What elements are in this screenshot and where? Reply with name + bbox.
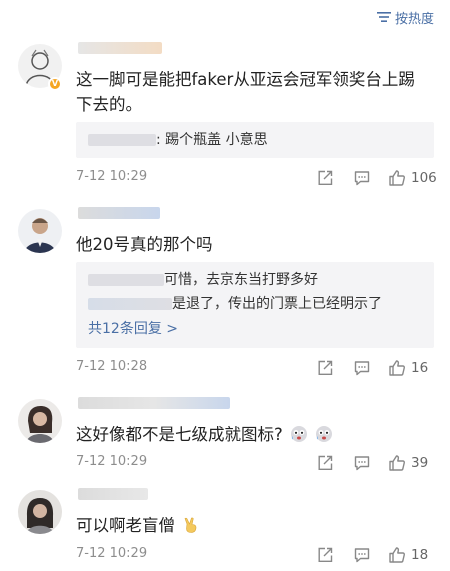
like-button[interactable]: 16 xyxy=(388,358,428,378)
comment-meta: 7-12 10:28 16 xyxy=(76,358,436,378)
timestamp: 7-12 10:29 xyxy=(76,169,148,184)
comment-button[interactable] xyxy=(353,453,371,473)
avatar[interactable] xyxy=(18,209,62,253)
share-icon xyxy=(318,360,333,375)
reply-text: : 踢个瓶盖 小意思 xyxy=(156,132,268,148)
like-icon xyxy=(389,455,405,471)
like-icon xyxy=(389,170,405,186)
more-replies-link[interactable]: 共12条回复 > xyxy=(88,316,422,342)
comment-button[interactable] xyxy=(353,168,371,188)
reply-username-blurred[interactable] xyxy=(88,134,156,146)
username-blurred[interactable] xyxy=(78,397,230,409)
sort-icon xyxy=(376,12,391,22)
reply-item: : 踢个瓶盖 小意思 xyxy=(88,128,422,152)
share-button[interactable] xyxy=(316,168,334,188)
share-icon xyxy=(318,170,333,185)
reply-username-blurred[interactable] xyxy=(88,298,172,310)
comment-meta: 7-12 10:29 39 xyxy=(76,453,436,473)
comment-icon xyxy=(354,548,370,563)
like-count: 39 xyxy=(411,455,429,471)
comment-text-content: 可以啊老盲僧 xyxy=(76,516,175,535)
reply-text: 可惜，去京东当打野多好 xyxy=(164,272,318,288)
like-button[interactable]: 18 xyxy=(388,545,428,565)
avatar[interactable] xyxy=(18,399,62,443)
username-blurred[interactable] xyxy=(78,488,148,500)
timestamp: 7-12 10:29 xyxy=(76,546,148,561)
like-count: 18 xyxy=(411,547,429,563)
username-blurred[interactable] xyxy=(78,207,160,219)
scared-face-emoji xyxy=(316,426,333,442)
like-count: 16 xyxy=(411,360,429,376)
reply-preview[interactable]: : 踢个瓶盖 小意思 xyxy=(76,122,434,158)
share-icon xyxy=(318,547,333,562)
sort-label: 按热度 xyxy=(394,11,434,27)
victory-hand-emoji xyxy=(184,517,197,533)
reply-item: 是退了，传出的门票上已经明示了 xyxy=(88,292,422,316)
username-blurred[interactable] xyxy=(78,42,162,54)
comment-text: 他20号真的那个吗 xyxy=(76,235,213,254)
verified-badge: V xyxy=(48,77,62,91)
reply-item: 可惜，去京东当打野多好 xyxy=(88,268,422,292)
comment-text: 可以啊老盲僧 xyxy=(76,513,431,538)
avatar[interactable] xyxy=(18,490,62,534)
timestamp: 7-12 10:28 xyxy=(76,359,148,374)
like-button[interactable]: 106 xyxy=(388,168,437,188)
comment-text-content: 这好像都不是七级成就图标? xyxy=(76,425,283,444)
comment-icon xyxy=(354,456,370,471)
reply-username-blurred[interactable] xyxy=(88,274,164,286)
share-icon xyxy=(318,455,333,470)
like-button[interactable]: 39 xyxy=(388,453,428,473)
comment-button[interactable] xyxy=(353,358,371,378)
share-button[interactable] xyxy=(316,545,334,565)
comment-icon xyxy=(354,171,370,186)
scared-face-emoji xyxy=(291,426,308,442)
comment-icon xyxy=(354,361,370,376)
reply-text: 是退了，传出的门票上已经明示了 xyxy=(172,296,382,312)
reply-preview[interactable]: 可惜，去京东当打野多好 是退了，传出的门票上已经明示了 共12条回复 > xyxy=(76,262,434,348)
like-icon xyxy=(389,547,405,563)
comment-button[interactable] xyxy=(353,545,371,565)
comment-meta: 7-12 10:29 18 xyxy=(76,545,436,565)
comment-meta: 7-12 10:29 106 xyxy=(76,168,437,188)
like-icon xyxy=(389,360,405,376)
sort-by-hot-button[interactable]: 按热度 xyxy=(376,8,434,27)
comment-text: 这好像都不是七级成就图标? xyxy=(76,422,431,447)
share-button[interactable] xyxy=(316,358,334,378)
timestamp: 7-12 10:29 xyxy=(76,454,148,469)
comment-text: 这一脚可是能把faker从亚运会冠军领奖台上踢下去的。 xyxy=(76,70,415,114)
share-button[interactable] xyxy=(316,453,334,473)
like-count: 106 xyxy=(411,170,437,186)
